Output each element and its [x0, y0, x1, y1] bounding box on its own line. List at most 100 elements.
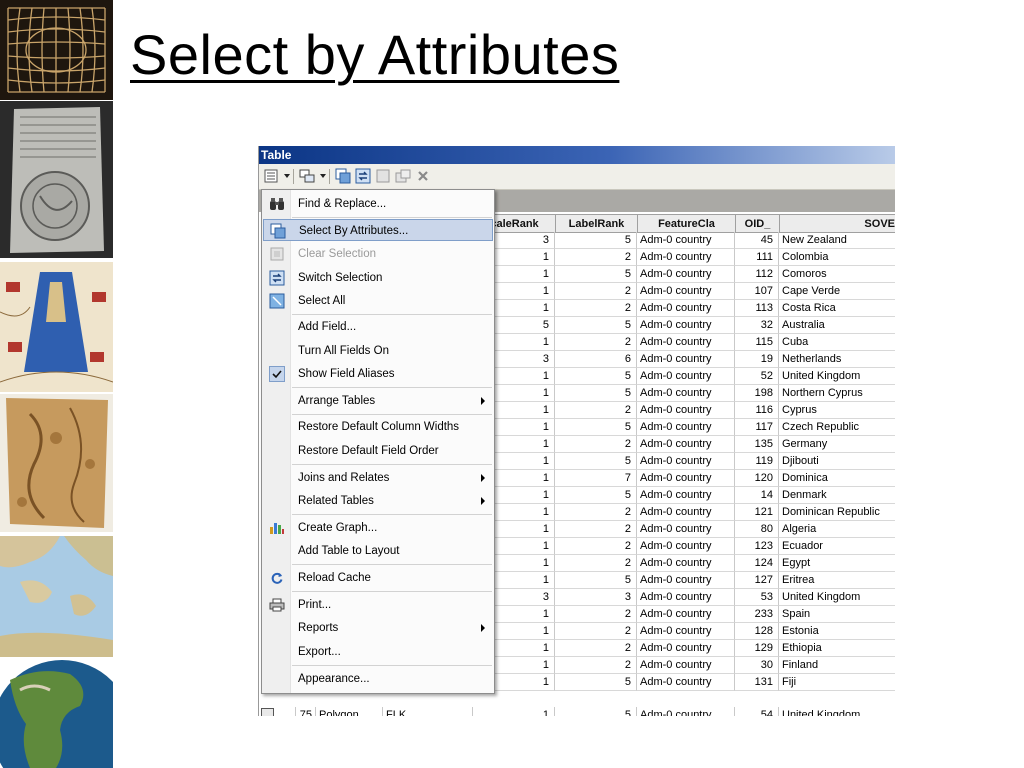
- cell-sove[interactable]: Eritrea: [779, 572, 895, 589]
- cell-code[interactable]: FLK: [383, 707, 473, 716]
- cell-labelrank[interactable]: 5: [555, 419, 637, 436]
- cell-oid[interactable]: 19: [735, 351, 779, 368]
- cell-labelrank[interactable]: 6: [555, 351, 637, 368]
- cell-oid[interactable]: 52: [735, 368, 779, 385]
- cell-labelrank[interactable]: 3: [555, 589, 637, 606]
- cell-labelrank[interactable]: 2: [555, 436, 637, 453]
- cell-oid[interactable]: 32: [735, 317, 779, 334]
- cell-sove[interactable]: Northern Cyprus: [779, 385, 895, 402]
- cell-oid[interactable]: 107: [735, 283, 779, 300]
- cell-oid[interactable]: 116: [735, 402, 779, 419]
- cell-labelrank[interactable]: 2: [555, 640, 637, 657]
- cell-sove[interactable]: Algeria: [779, 521, 895, 538]
- cell-oid[interactable]: 124: [735, 555, 779, 572]
- cell-labelrank[interactable]: 5: [555, 232, 637, 249]
- cell-oid[interactable]: 198: [735, 385, 779, 402]
- cell-oid[interactable]: 127: [735, 572, 779, 589]
- menu-item-restore-default-field-order[interactable]: Restore Default Field Order: [263, 440, 493, 462]
- cell-featurecla[interactable]: Adm-0 country: [637, 266, 735, 283]
- cell-sove[interactable]: Finland: [779, 657, 895, 674]
- cell-featurecla[interactable]: Adm-0 country: [637, 300, 735, 317]
- cell-shape[interactable]: Polygon: [316, 707, 383, 716]
- cell-labelrank[interactable]: 2: [555, 249, 637, 266]
- cell-featurecla[interactable]: Adm-0 country: [637, 487, 735, 504]
- cell-oid[interactable]: 45: [735, 232, 779, 249]
- cell-labelrank[interactable]: 2: [555, 657, 637, 674]
- menu-item-related-tables[interactable]: Related Tables: [263, 490, 493, 512]
- cell-sove[interactable]: Denmark: [779, 487, 895, 504]
- cell-sove[interactable]: Costa Rica: [779, 300, 895, 317]
- column-header-oid[interactable]: OID_: [735, 214, 779, 233]
- cell-featurecla[interactable]: Adm-0 country: [637, 368, 735, 385]
- cell-featurecla[interactable]: Adm-0 country: [637, 657, 735, 674]
- cell-sove[interactable]: Australia: [779, 317, 895, 334]
- cell-sove[interactable]: United Kingdom: [779, 589, 895, 606]
- table-options-icon[interactable]: [263, 168, 279, 184]
- cell-labelrank[interactable]: 2: [555, 538, 637, 555]
- cell-labelrank[interactable]: 5: [555, 368, 637, 385]
- cell-featurecla[interactable]: Adm-0 country: [637, 402, 735, 419]
- cell-sove[interactable]: United Kingdom: [779, 707, 895, 716]
- menu-item-reports[interactable]: Reports: [263, 617, 493, 639]
- cell-labelrank[interactable]: 5: [555, 453, 637, 470]
- menu-item-add-table-to-layout[interactable]: Add Table to Layout: [263, 540, 493, 562]
- cell-oid[interactable]: 129: [735, 640, 779, 657]
- cell-oid[interactable]: 80: [735, 521, 779, 538]
- cell-scalerank[interactable]: 1: [473, 707, 555, 716]
- cell-featurecla[interactable]: Adm-0 country: [637, 572, 735, 589]
- cell-fid[interactable]: 75: [296, 707, 316, 716]
- menu-item-create-graph[interactable]: Create Graph...: [263, 517, 493, 539]
- menu-item-print[interactable]: Print...: [263, 594, 493, 616]
- menu-item-select-all[interactable]: Select All: [263, 290, 493, 312]
- cell-featurecla[interactable]: Adm-0 country: [637, 674, 735, 691]
- cell-featurecla[interactable]: Adm-0 country: [637, 555, 735, 572]
- cell-featurecla[interactable]: Adm-0 country: [637, 521, 735, 538]
- cell-featurecla[interactable]: Adm-0 country: [637, 623, 735, 640]
- cell-featurecla[interactable]: Adm-0 country: [637, 385, 735, 402]
- cell-featurecla[interactable]: Adm-0 country: [637, 334, 735, 351]
- cell-labelrank[interactable]: 2: [555, 555, 637, 572]
- cell-featurecla[interactable]: Adm-0 country: [637, 351, 735, 368]
- select-by-attributes-icon[interactable]: [335, 168, 351, 184]
- cell-labelrank[interactable]: 2: [555, 402, 637, 419]
- cell-featurecla[interactable]: Adm-0 country: [637, 249, 735, 266]
- cell-featurecla[interactable]: Adm-0 country: [637, 283, 735, 300]
- menu-item-select-by-attributes[interactable]: Select By Attributes...: [263, 219, 493, 241]
- menu-item-turn-all-fields-on[interactable]: Turn All Fields On: [263, 340, 493, 362]
- cell-labelrank[interactable]: 2: [555, 504, 637, 521]
- cell-oid[interactable]: 120: [735, 470, 779, 487]
- cell-labelrank[interactable]: 5: [555, 707, 637, 716]
- row-selector-box[interactable]: [261, 708, 274, 716]
- cell-sove[interactable]: Egypt: [779, 555, 895, 572]
- cell-sove[interactable]: Netherlands: [779, 351, 895, 368]
- cell-sove[interactable]: Ecuador: [779, 538, 895, 555]
- cell-featurecla[interactable]: Adm-0 country: [637, 470, 735, 487]
- cell-sove[interactable]: Djibouti: [779, 453, 895, 470]
- cell-oid[interactable]: 54: [735, 707, 779, 716]
- clear-selection-icon[interactable]: [375, 168, 391, 184]
- cell-sove[interactable]: Germany: [779, 436, 895, 453]
- cell-labelrank[interactable]: 5: [555, 385, 637, 402]
- menu-item-show-field-aliases[interactable]: Show Field Aliases: [263, 363, 493, 385]
- cell-sove[interactable]: Dominica: [779, 470, 895, 487]
- cell-sove[interactable]: New Zealand: [779, 232, 895, 249]
- column-header-featurecla[interactable]: FeatureCla: [637, 214, 735, 233]
- cell-oid[interactable]: 119: [735, 453, 779, 470]
- cell-labelrank[interactable]: 2: [555, 606, 637, 623]
- cell-sove[interactable]: United Kingdom: [779, 368, 895, 385]
- cell-sove[interactable]: Czech Republic: [779, 419, 895, 436]
- menu-item-clear-selection[interactable]: Clear Selection: [263, 243, 493, 265]
- menu-item-export[interactable]: Export...: [263, 641, 493, 663]
- table-options-dropdown-icon[interactable]: [284, 174, 290, 178]
- cell-labelrank[interactable]: 5: [555, 317, 637, 334]
- cell-featurecla[interactable]: Adm-0 country: [637, 504, 735, 521]
- zoom-selected-icon[interactable]: [395, 168, 411, 184]
- menu-item-restore-default-column-widths[interactable]: Restore Default Column Widths: [263, 416, 493, 438]
- cell-labelrank[interactable]: 5: [555, 487, 637, 504]
- cell-oid[interactable]: 121: [735, 504, 779, 521]
- menu-item-arrange-tables[interactable]: Arrange Tables: [263, 390, 493, 412]
- cell-sove[interactable]: Dominican Republic: [779, 504, 895, 521]
- cell-labelrank[interactable]: 5: [555, 266, 637, 283]
- cell-sove[interactable]: Fiji: [779, 674, 895, 691]
- cell-sove[interactable]: Cyprus: [779, 402, 895, 419]
